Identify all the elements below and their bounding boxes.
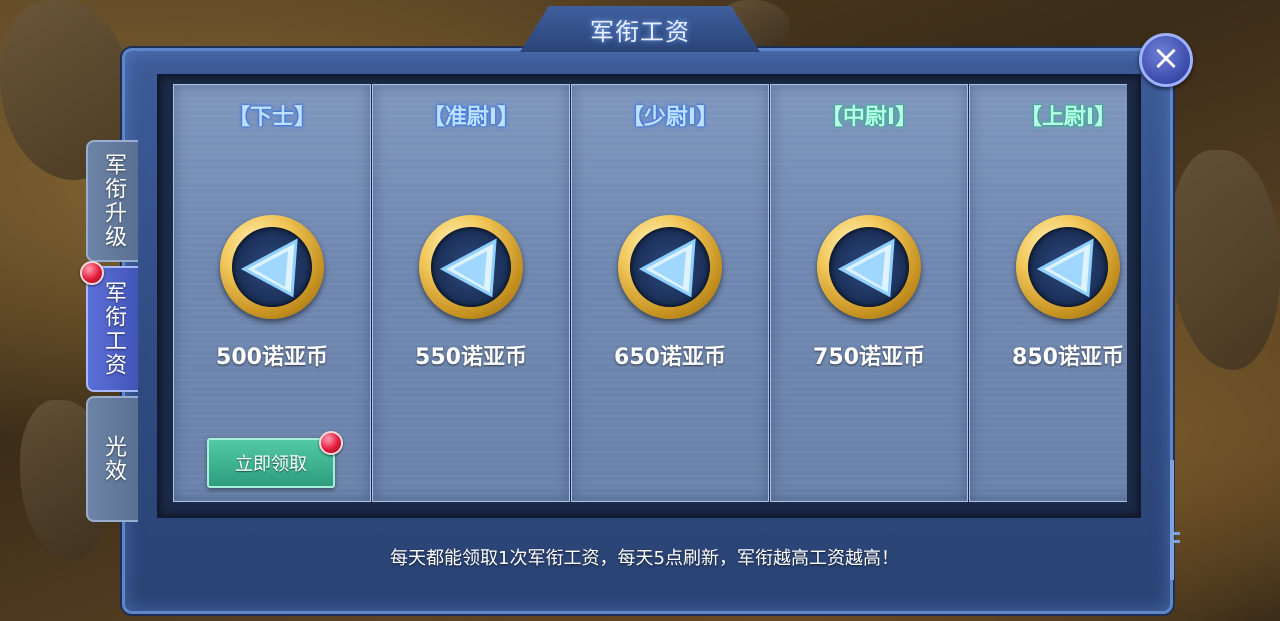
rank-title: 【少尉Ⅰ】	[621, 105, 719, 130]
reward-amount: 850诺亚币	[1012, 345, 1124, 370]
noah-coin-icon	[220, 215, 324, 319]
title-tab: 军衔工资	[520, 6, 760, 52]
notification-dot	[319, 431, 343, 455]
noah-coin-icon	[419, 215, 523, 319]
tab-rank-salary[interactable]: 军衔工资	[86, 266, 138, 392]
salary-info-text: 每天都能领取1次军衔工资，每天5点刷新，军衔越高工资越高！	[390, 548, 899, 569]
rank-title: 【准尉Ⅰ】	[422, 105, 520, 130]
tab-rank-upgrade[interactable]: 军衔升级	[86, 140, 138, 262]
background-rock	[1170, 150, 1280, 370]
rank-title: 【上尉Ⅰ】	[1019, 105, 1117, 130]
salary-card: 【下士】 500诺亚币 立即领取	[173, 84, 371, 502]
frame-decoration	[1170, 460, 1174, 580]
frame-decoration	[1172, 532, 1180, 535]
notification-dot	[80, 261, 104, 285]
reward-amount: 500诺亚币	[216, 345, 328, 370]
reward-amount: 550诺亚币	[415, 345, 527, 370]
close-button[interactable]: ×	[1139, 33, 1193, 87]
tab-rank-salary-label: 军衔工资	[101, 281, 126, 377]
rank-title: 【中尉Ⅰ】	[820, 105, 918, 130]
claim-now-button[interactable]: 立即领取	[207, 438, 335, 488]
salary-card: 【准尉Ⅰ】 550诺亚币	[372, 84, 570, 502]
tab-light-effects-label: 光效	[101, 435, 126, 483]
tab-rank-upgrade-label: 军衔升级	[101, 153, 126, 249]
page-title: 军衔工资	[590, 17, 690, 46]
salary-card: 【上尉Ⅰ】 850诺亚币	[969, 84, 1127, 502]
salary-card: 【少尉Ⅰ】 650诺亚币	[571, 84, 769, 502]
noah-coin-icon	[817, 215, 921, 319]
reward-amount: 650诺亚币	[614, 345, 726, 370]
salary-card: 【中尉Ⅰ】 750诺亚币	[770, 84, 968, 502]
tab-light-effects[interactable]: 光效	[86, 396, 138, 522]
noah-coin-icon	[1016, 215, 1120, 319]
claim-now-label: 立即领取	[235, 454, 307, 475]
reward-amount: 750诺亚币	[813, 345, 925, 370]
rank-title: 【下士】	[227, 105, 316, 130]
close-icon: ×	[1151, 38, 1181, 78]
salary-card-list[interactable]: 【下士】 500诺亚币 立即领取 【准尉Ⅰ】 550诺亚币 【少尉Ⅰ】 650诺…	[171, 84, 1127, 502]
noah-coin-icon	[618, 215, 722, 319]
frame-decoration	[1172, 540, 1180, 543]
